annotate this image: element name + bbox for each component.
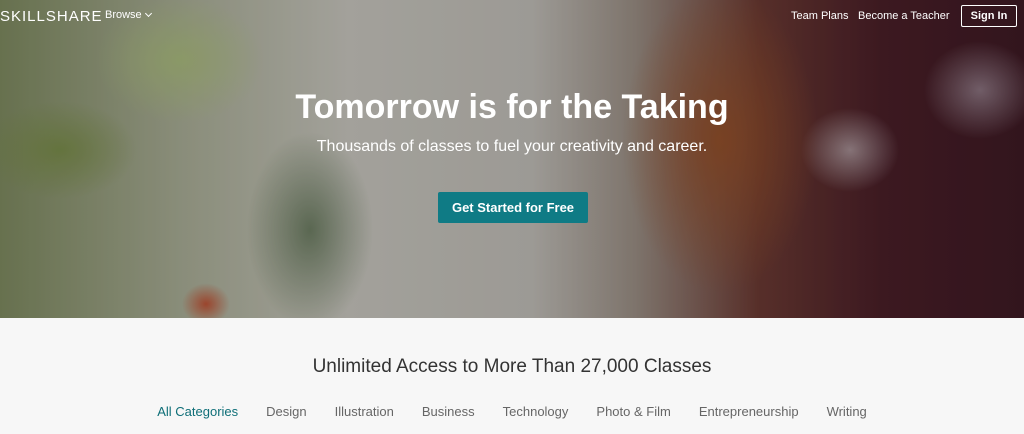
become-teacher-link[interactable]: Become a Teacher xyxy=(858,10,950,22)
tab-design[interactable]: Design xyxy=(266,404,306,419)
hero-title: Tomorrow is for the Taking xyxy=(295,88,729,126)
hero-subtitle: Thousands of classes to fuel your creati… xyxy=(316,138,708,155)
tab-photo-film[interactable]: Photo & Film xyxy=(596,404,670,419)
browse-label: Browse xyxy=(105,9,142,21)
tab-all-categories[interactable]: All Categories xyxy=(157,404,238,419)
tab-illustration[interactable]: Illustration xyxy=(335,404,394,419)
get-started-button[interactable]: Get Started for Free xyxy=(438,192,588,223)
tab-entrepreneurship[interactable]: Entrepreneurship xyxy=(699,404,799,419)
skillshare-logo[interactable]: SKILLSHARE xyxy=(0,8,103,25)
tab-writing[interactable]: Writing xyxy=(827,404,867,419)
chevron-down-icon xyxy=(144,9,152,18)
tab-technology[interactable]: Technology xyxy=(503,404,569,419)
category-tabs: All Categories Design Illustration Busin… xyxy=(0,404,1024,419)
browse-menu[interactable]: Browse xyxy=(105,9,152,21)
tab-business[interactable]: Business xyxy=(422,404,475,419)
hero-banner: SKILLSHARE Browse Team Plans Become a Te… xyxy=(0,0,1024,318)
hero-overlay xyxy=(0,0,1024,318)
sign-in-button[interactable]: Sign In xyxy=(961,5,1017,27)
team-plans-link[interactable]: Team Plans xyxy=(791,10,848,22)
section-title: Unlimited Access to More Than 27,000 Cla… xyxy=(312,356,712,377)
